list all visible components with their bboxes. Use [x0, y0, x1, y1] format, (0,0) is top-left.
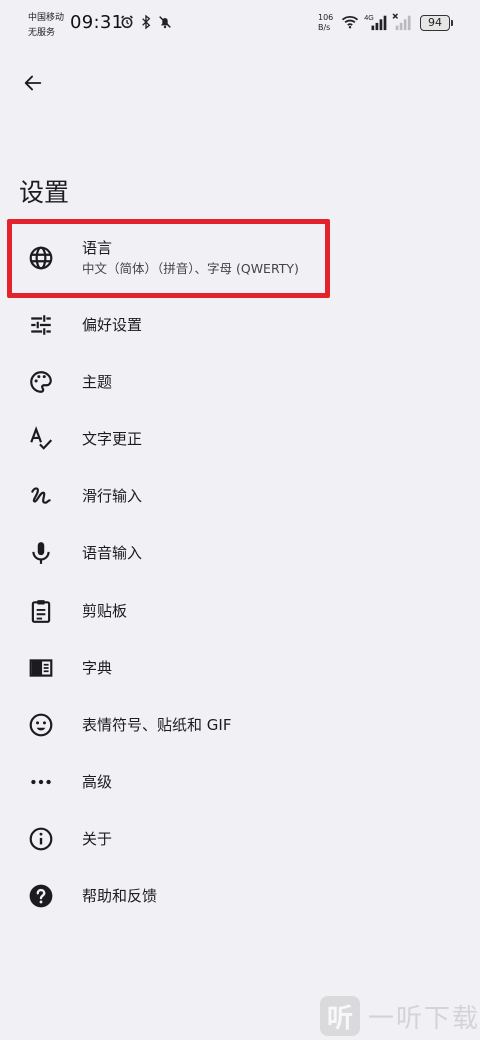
- settings-item-label: 帮助和反馈: [82, 887, 158, 906]
- net-speed-value: 106: [318, 13, 334, 22]
- settings-item-dictionary[interactable]: 字典: [0, 639, 480, 696]
- settings-item-about[interactable]: 关于: [0, 811, 480, 868]
- clipboard-icon: [28, 598, 54, 624]
- arrow-back-icon: [24, 75, 42, 91]
- settings-item-voice-input[interactable]: 语音输入: [0, 525, 480, 582]
- palette-icon: [28, 369, 54, 395]
- settings-item-label: 剪贴板: [82, 601, 128, 620]
- settings-item-label: 偏好设置: [82, 315, 143, 334]
- settings-item-emoji[interactable]: 表情符号、贴纸和 GIF: [0, 696, 480, 753]
- emoji-icon: [28, 712, 54, 738]
- status-time: 09:31: [70, 12, 124, 33]
- settings-item-label: 文字更正: [82, 429, 143, 448]
- more-icon: [28, 769, 54, 795]
- status-bar: 中国移动 无服务 09:31 106 B/s 4G 94: [0, 0, 480, 44]
- status-left-icons: [119, 14, 173, 30]
- mute-bell-icon: [159, 16, 171, 29]
- dictionary-icon: [28, 655, 54, 681]
- globe-icon: [28, 245, 54, 271]
- settings-item-label: 字典: [82, 658, 113, 677]
- watermark-logo: 听: [320, 996, 360, 1036]
- net-speed: 106 B/s: [318, 13, 333, 33]
- settings-item-sublabel: 中文（简体）（拼音）、字母 (QWERTY): [82, 261, 299, 276]
- watermark: 听 一听下载: [320, 996, 480, 1036]
- microphone-icon: [28, 540, 54, 566]
- settings-item-advanced[interactable]: 高级: [0, 754, 480, 811]
- settings-item-theme[interactable]: 主题: [0, 353, 480, 410]
- gesture-icon: [28, 483, 54, 509]
- sliders-icon: [28, 312, 54, 338]
- status-right-icons: 4G: [340, 13, 412, 31]
- watermark-text: 一听下载: [368, 1003, 480, 1034]
- page-title: 设置: [19, 178, 70, 207]
- settings-item-preferences[interactable]: 偏好设置: [0, 296, 480, 353]
- settings-item-label: 表情符号、贴纸和 GIF: [82, 715, 232, 734]
- settings-item-clipboard[interactable]: 剪贴板: [0, 582, 480, 639]
- settings-item-label: 高级: [82, 773, 113, 792]
- settings-item-label: 语言: [82, 239, 113, 257]
- bluetooth-icon: [142, 14, 151, 30]
- alarm-icon: [121, 15, 133, 29]
- settings-list: 语言 中文（简体）（拼音）、字母 (QWERTY) 偏好设置 主题 文字更正 滑…: [0, 220, 480, 925]
- signal-no-service-icon: [392, 13, 411, 31]
- carrier-status: 无服务: [28, 28, 56, 38]
- signal-4g-icon: 4G: [364, 13, 387, 31]
- back-button[interactable]: [14, 64, 52, 102]
- settings-item-help-feedback[interactable]: 帮助和反馈: [0, 868, 480, 925]
- spellcheck-icon: [28, 426, 54, 452]
- carrier-name: 中国移动: [28, 13, 65, 23]
- settings-item-text-correction[interactable]: 文字更正: [0, 410, 480, 467]
- settings-item-label: 关于: [82, 830, 113, 849]
- help-icon: [28, 883, 54, 909]
- settings-item-label: 主题: [82, 372, 113, 391]
- settings-item-label: 语音输入: [82, 544, 143, 563]
- settings-item-label: 滑行输入: [82, 487, 143, 506]
- settings-item-glide-typing[interactable]: 滑行输入: [0, 468, 480, 525]
- svg-text:4G: 4G: [364, 13, 374, 22]
- settings-item-languages[interactable]: 语言 中文（简体）（拼音）、字母 (QWERTY): [0, 220, 480, 296]
- net-speed-unit: B/s: [318, 23, 331, 32]
- info-icon: [28, 826, 54, 852]
- battery-indicator: 94: [420, 15, 453, 31]
- wifi-icon: [341, 15, 359, 29]
- carrier-info: 中国移动 无服务: [28, 11, 64, 41]
